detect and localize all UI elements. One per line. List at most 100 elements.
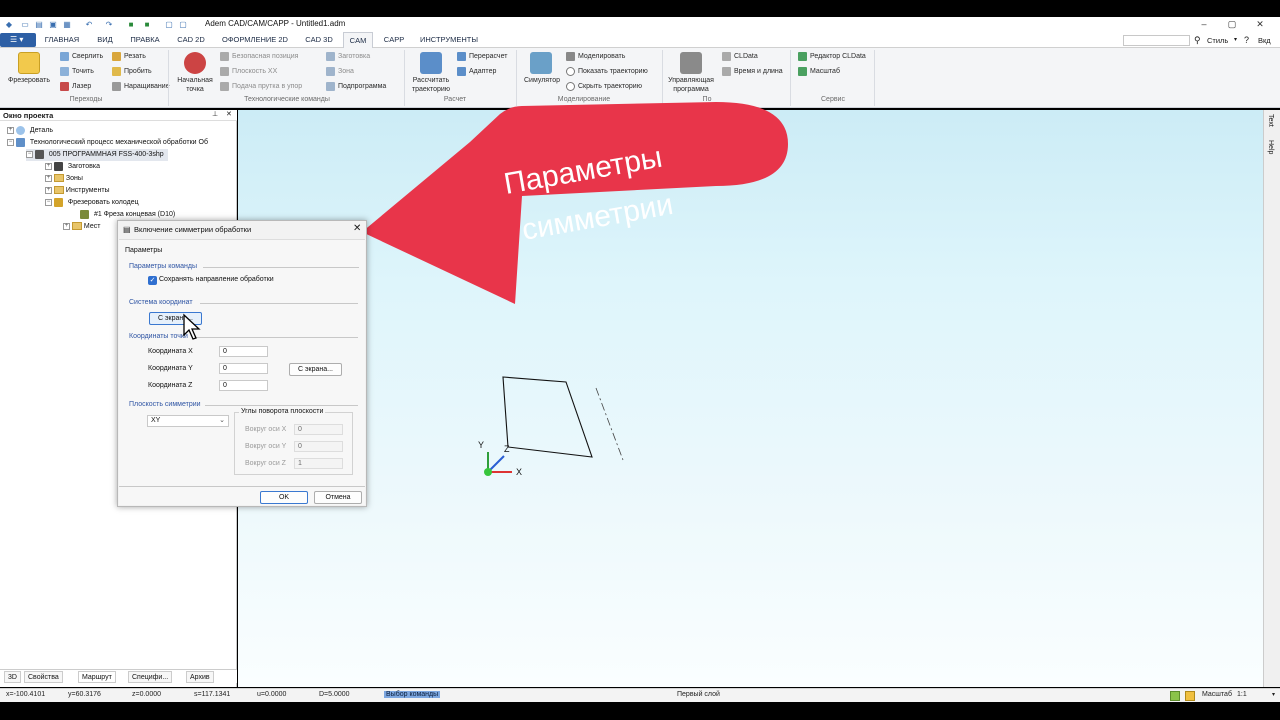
tab-archive[interactable]: Архив <box>186 671 214 683</box>
help-icon[interactable]: ? <box>1244 35 1249 45</box>
plane-xx-button[interactable]: Плоскость XX <box>232 68 277 75</box>
calc-traj-icon[interactable] <box>420 52 442 74</box>
show-traj-button[interactable]: Показать траекторию <box>578 68 648 75</box>
tab-cad2d[interactable]: CAD 2D <box>170 32 212 48</box>
new-file-icon[interactable]: ▭ <box>20 20 30 29</box>
save-icon[interactable]: ▣ <box>48 20 58 29</box>
dialog-close-button[interactable]: ✕ <box>353 223 361 234</box>
laser-button[interactable]: Лазер <box>72 83 91 90</box>
tree-item-zones[interactable]: + Зоны <box>45 173 83 185</box>
control-prog-label-2[interactable]: программа <box>664 85 718 94</box>
redo-icon[interactable]: ↷ <box>104 20 114 29</box>
tree-item-place[interactable]: + Мест <box>63 221 100 233</box>
build-button[interactable]: Наращивание <box>124 83 170 90</box>
application-menu-button[interactable]: ☰ ▾ <box>0 33 36 47</box>
safe-pos-button[interactable]: Безопасная позиция <box>232 53 298 60</box>
keep-direction-checkbox[interactable]: ✓ <box>148 276 157 285</box>
cut-button[interactable]: Резать <box>124 53 146 60</box>
chevron-down-icon[interactable]: ▾ <box>1234 36 1237 43</box>
tab-properties[interactable]: Свойства <box>24 671 63 683</box>
tab-3d[interactable]: 3D <box>4 671 21 683</box>
minimize-button[interactable]: – <box>1194 18 1214 31</box>
symmetry-plane-select[interactable]: XY ⌄ <box>147 415 229 427</box>
cancel-button[interactable]: Отмена <box>314 491 362 504</box>
paste-icon[interactable]: ▢ <box>178 20 188 29</box>
tree-item-blank[interactable]: + Заготовка <box>45 161 100 173</box>
tab-spec[interactable]: Специфи... <box>128 671 173 683</box>
simulator-icon[interactable] <box>530 52 552 74</box>
turn-button[interactable]: Точить <box>72 68 94 75</box>
tree-item-part[interactable]: + Деталь <box>7 125 53 137</box>
around-x-input[interactable]: 0 <box>294 424 343 435</box>
coord-z-input[interactable]: 0 <box>219 380 268 391</box>
tab-route[interactable]: Маршрут <box>78 671 116 683</box>
start-point-label-2[interactable]: точка <box>172 85 218 94</box>
cam-icon[interactable]: ■ <box>126 20 136 29</box>
around-z-input[interactable]: 1 <box>294 458 343 469</box>
tree-item-operation[interactable]: − 005 ПРОГРАММНАЯ FSS-400-3shp <box>26 149 168 161</box>
style-label[interactable]: Стиль <box>1207 36 1228 45</box>
chevron-down-icon[interactable]: ▾ <box>1272 691 1275 698</box>
collapse-icon[interactable]: − <box>26 150 33 158</box>
control-prog-icon[interactable] <box>680 52 702 74</box>
punch-button[interactable]: Пробить <box>124 68 152 75</box>
model-button[interactable]: Моделировать <box>578 53 625 60</box>
collapse-icon[interactable]: − <box>45 198 52 206</box>
coord-y-input[interactable]: 0 <box>219 363 268 374</box>
calc-traj-label-1[interactable]: Рассчитать <box>406 76 456 85</box>
scale-button[interactable]: Масштаб <box>810 68 840 75</box>
print-icon[interactable]: ▦ <box>62 20 72 29</box>
tree-item-tools[interactable]: + Инструменты <box>45 185 110 197</box>
pin-icon[interactable]: ⊥ <box>212 110 218 118</box>
feed-stop-button[interactable]: Подача прутка в упор <box>232 83 302 90</box>
text-panel-tab[interactable]: Text <box>1267 114 1274 127</box>
status-scale-value[interactable]: 1:1 <box>1237 691 1247 698</box>
cl-editor-button[interactable]: Редактор CLData <box>810 53 866 60</box>
tab-tools[interactable]: ИНСТРУМЕНТЫ <box>416 32 482 48</box>
tab-edit[interactable]: ПРАВКА <box>126 32 164 48</box>
point-from-screen-button[interactable]: С экрана... <box>289 363 342 376</box>
undo-icon[interactable]: ↶ <box>84 20 94 29</box>
simulator-button[interactable]: Симулятор <box>520 76 564 85</box>
copy-icon[interactable]: ▢ <box>164 20 174 29</box>
tab-home[interactable]: ГЛАВНАЯ <box>42 32 82 48</box>
search-icon[interactable]: ⚲ <box>1194 35 1201 46</box>
tree-item-mill-well[interactable]: − Фрезеровать колодец <box>45 197 139 209</box>
adapter-button[interactable]: Адаптер <box>469 68 496 75</box>
export-icon[interactable]: ■ <box>142 20 152 29</box>
layer-toggle-icon[interactable] <box>1170 691 1180 701</box>
coord-x-input[interactable]: 0 <box>219 346 268 357</box>
cldata-button[interactable]: CLData <box>734 53 758 60</box>
open-folder-icon[interactable]: ▤ <box>34 20 44 29</box>
mill-button[interactable]: Фрезеровать <box>4 76 54 85</box>
calc-traj-label-2[interactable]: траекторию <box>406 85 456 94</box>
around-y-input[interactable]: 0 <box>294 441 343 452</box>
subprog-button[interactable]: Подпрограмма <box>338 83 386 90</box>
tab-view[interactable]: ВИД <box>92 32 118 48</box>
hide-traj-button[interactable]: Скрыть траекторию <box>578 83 642 90</box>
tab-capp[interactable]: CAPP <box>378 32 410 48</box>
ok-button[interactable]: OK <box>260 491 308 504</box>
search-input[interactable] <box>1123 35 1190 46</box>
tab-cam[interactable]: CAM <box>343 32 373 49</box>
expand-icon[interactable]: + <box>45 174 52 182</box>
maximize-button[interactable]: ▢ <box>1222 18 1242 31</box>
sketch-contour[interactable] <box>502 376 593 458</box>
zone-button[interactable]: Зона <box>338 68 354 75</box>
keep-direction-label[interactable]: Сохранять направление обработки <box>159 276 274 283</box>
blank-button[interactable]: Заготовка <box>338 53 370 60</box>
close-icon[interactable]: ✕ <box>226 110 232 118</box>
mill-icon[interactable] <box>18 52 40 74</box>
control-prog-label-1[interactable]: Управляющая <box>664 76 718 85</box>
start-point-icon[interactable] <box>184 52 206 74</box>
expand-icon[interactable]: + <box>45 162 52 170</box>
start-point-label-1[interactable]: Начальная <box>172 76 218 85</box>
snap-toggle-icon[interactable] <box>1185 691 1195 701</box>
drill-button[interactable]: Сверлить <box>72 53 103 60</box>
help-panel-tab[interactable]: Help <box>1267 140 1274 154</box>
tab-parameters[interactable]: Параметры <box>125 247 162 254</box>
help-label[interactable]: Вкд <box>1258 36 1271 45</box>
expand-icon[interactable]: + <box>63 222 70 230</box>
collapse-icon[interactable]: − <box>7 138 14 146</box>
tree-item-process[interactable]: − Технологический процесс механической о… <box>7 137 208 149</box>
